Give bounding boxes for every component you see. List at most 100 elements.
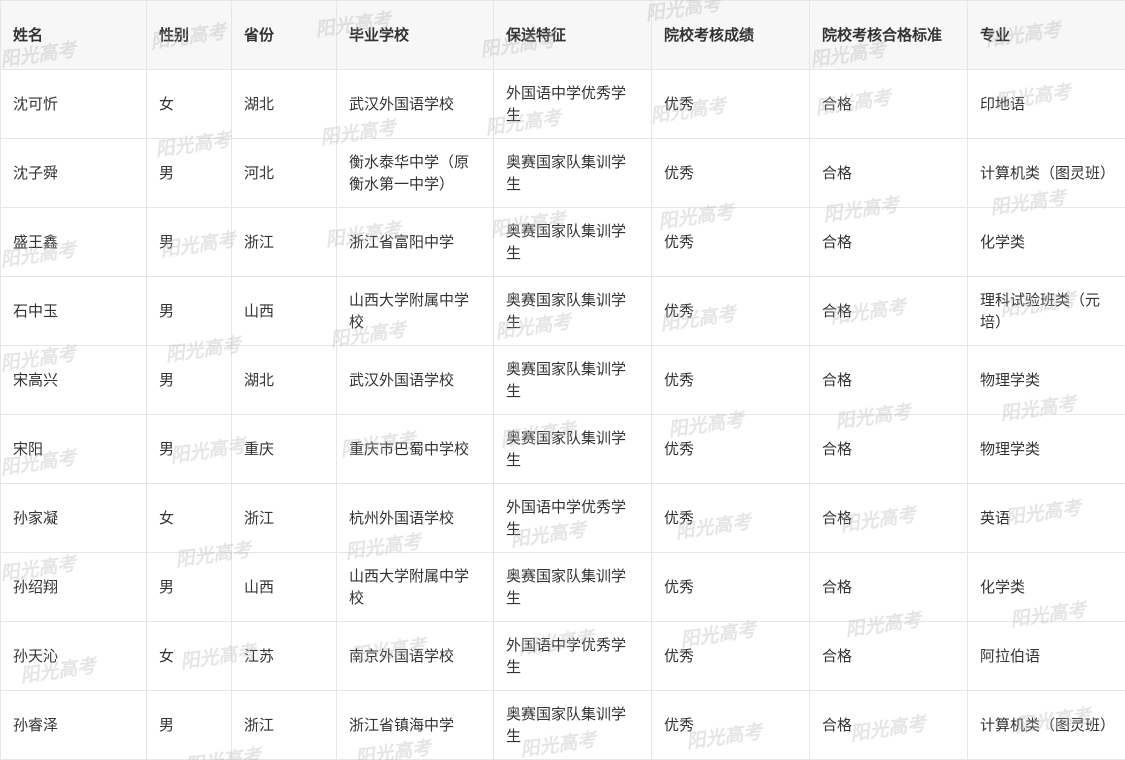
header-province: 省份: [231, 0, 337, 70]
cell-recommendation-type: 奥赛国家队集训学生: [493, 552, 652, 622]
cell-province: 河北: [231, 138, 337, 208]
table-row: 孙天沁女江苏 南京外国语学校 外国语中学优秀学生 优秀 合格 阿拉伯语: [0, 621, 1125, 691]
header-major: 专业: [967, 0, 1125, 70]
cell-recommendation-type: 奥赛国家队集训学生: [493, 138, 652, 208]
cell-gender: 男: [146, 276, 232, 346]
cell-school: 武汉外国语学校: [336, 345, 494, 415]
header-assessment-result: 院校考核成绩: [651, 0, 810, 70]
cell-major: 理科试验班类（元培）: [967, 276, 1125, 346]
cell-assessment-result: 优秀: [651, 552, 810, 622]
cell-gender: 男: [146, 552, 232, 622]
cell-major: 物理学类: [967, 414, 1125, 484]
table-row: 宋高兴男湖北 武汉外国语学校 奥赛国家队集训学生 优秀 合格 物理学类: [0, 345, 1125, 415]
cell-assessment-standard: 合格: [809, 207, 968, 277]
cell-gender: 男: [146, 207, 232, 277]
cell-recommendation-type: 外国语中学优秀学生: [493, 483, 652, 553]
cell-province: 浙江: [231, 483, 337, 553]
cell-name: 沈子舜: [0, 138, 147, 208]
table-row: 孙家凝女浙江 杭州外国语学校 外国语中学优秀学生 优秀 合格 英语: [0, 483, 1125, 553]
cell-recommendation-type: 奥赛国家队集训学生: [493, 207, 652, 277]
cell-gender: 女: [146, 69, 232, 139]
cell-assessment-standard: 合格: [809, 414, 968, 484]
cell-assessment-result: 优秀: [651, 207, 810, 277]
cell-gender: 女: [146, 621, 232, 691]
header-name: 姓名: [0, 0, 147, 70]
cell-school: 南京外国语学校: [336, 621, 494, 691]
cell-province: 湖北: [231, 69, 337, 139]
cell-recommendation-type: 外国语中学优秀学生: [493, 621, 652, 691]
cell-assessment-result: 优秀: [651, 276, 810, 346]
cell-major: 英语: [967, 483, 1125, 553]
cell-name: 盛王鑫: [0, 207, 147, 277]
cell-gender: 男: [146, 138, 232, 208]
cell-assessment-result: 优秀: [651, 69, 810, 139]
cell-name: 孙天沁: [0, 621, 147, 691]
cell-major: 化学类: [967, 552, 1125, 622]
header-gender: 性别: [146, 0, 232, 70]
cell-major: 阿拉伯语: [967, 621, 1125, 691]
cell-assessment-result: 优秀: [651, 345, 810, 415]
cell-recommendation-type: 外国语中学优秀学生: [493, 69, 652, 139]
cell-major: 化学类: [967, 207, 1125, 277]
header-school: 毕业学校: [336, 0, 494, 70]
cell-assessment-standard: 合格: [809, 69, 968, 139]
table-row: 盛王鑫男浙江 浙江省富阳中学 奥赛国家队集训学生 优秀 合格 化学类: [0, 207, 1125, 277]
cell-province: 山西: [231, 276, 337, 346]
cell-assessment-standard: 合格: [809, 483, 968, 553]
cell-major: 印地语: [967, 69, 1125, 139]
cell-school: 浙江省富阳中学: [336, 207, 494, 277]
cell-province: 重庆: [231, 414, 337, 484]
admissions-table: 姓名 性别 省份 毕业学校 保送特征 院校考核成绩 院校考核合格标准 专业 沈可…: [0, 0, 1125, 760]
cell-province: 江苏: [231, 621, 337, 691]
cell-name: 宋高兴: [0, 345, 147, 415]
table-row: 沈子舜男河北 衡水泰华中学（原衡水第一中学） 奥赛国家队集训学生 优秀 合格 计算机类（图…: [0, 138, 1125, 208]
cell-province: 湖北: [231, 345, 337, 415]
cell-province: 浙江: [231, 690, 337, 760]
cell-gender: 男: [146, 345, 232, 415]
cell-assessment-result: 优秀: [651, 621, 810, 691]
cell-province: 山西: [231, 552, 337, 622]
table-row: 石中玉男山西 山西大学附属中学校 奥赛国家队集训学生 优秀 合格 理科试验班类（元培）: [0, 276, 1125, 346]
cell-assessment-standard: 合格: [809, 345, 968, 415]
cell-school: 衡水泰华中学（原衡水第一中学）: [336, 138, 494, 208]
cell-school: 杭州外国语学校: [336, 483, 494, 553]
cell-name: 孙睿泽: [0, 690, 147, 760]
cell-school: 重庆市巴蜀中学校: [336, 414, 494, 484]
cell-assessment-standard: 合格: [809, 276, 968, 346]
table-row: 孙绍翔男山西 山西大学附属中学校 奥赛国家队集训学生 优秀 合格 化学类: [0, 552, 1125, 622]
header-assessment-standard: 院校考核合格标准: [809, 0, 968, 70]
cell-gender: 男: [146, 414, 232, 484]
cell-assessment-standard: 合格: [809, 552, 968, 622]
cell-assessment-standard: 合格: [809, 621, 968, 691]
table-row: 孙睿泽男浙江 浙江省镇海中学 奥赛国家队集训学生 优秀 合格 计算机类（图灵班）: [0, 690, 1125, 760]
cell-name: 孙家凝: [0, 483, 147, 553]
cell-assessment-standard: 合格: [809, 138, 968, 208]
cell-name: 孙绍翔: [0, 552, 147, 622]
cell-gender: 女: [146, 483, 232, 553]
cell-school: 武汉外国语学校: [336, 69, 494, 139]
table-header-row: 姓名 性别 省份 毕业学校 保送特征 院校考核成绩 院校考核合格标准 专业: [0, 0, 1125, 70]
cell-major: 计算机类（图灵班）: [967, 138, 1125, 208]
cell-assessment-standard: 合格: [809, 690, 968, 760]
cell-assessment-result: 优秀: [651, 138, 810, 208]
cell-major: 物理学类: [967, 345, 1125, 415]
cell-school: 浙江省镇海中学: [336, 690, 494, 760]
cell-recommendation-type: 奥赛国家队集训学生: [493, 276, 652, 346]
cell-assessment-result: 优秀: [651, 690, 810, 760]
cell-name: 石中玉: [0, 276, 147, 346]
header-recommendation-type: 保送特征: [493, 0, 652, 70]
cell-recommendation-type: 奥赛国家队集训学生: [493, 345, 652, 415]
cell-gender: 男: [146, 690, 232, 760]
cell-name: 沈可忻: [0, 69, 147, 139]
cell-school: 山西大学附属中学校: [336, 552, 494, 622]
cell-assessment-result: 优秀: [651, 414, 810, 484]
cell-recommendation-type: 奥赛国家队集训学生: [493, 690, 652, 760]
table-row: 沈可忻女湖北 武汉外国语学校 外国语中学优秀学生 优秀 合格 印地语: [0, 69, 1125, 139]
table-row: 宋阳男重庆 重庆市巴蜀中学校 奥赛国家队集训学生 优秀 合格 物理学类: [0, 414, 1125, 484]
cell-recommendation-type: 奥赛国家队集训学生: [493, 414, 652, 484]
cell-major: 计算机类（图灵班）: [967, 690, 1125, 760]
table-body: 沈可忻女湖北 武汉外国语学校 外国语中学优秀学生 优秀 合格 印地语 沈子舜男河北 衡水泰华中…: [0, 69, 1125, 760]
cell-assessment-result: 优秀: [651, 483, 810, 553]
cell-name: 宋阳: [0, 414, 147, 484]
cell-school: 山西大学附属中学校: [336, 276, 494, 346]
